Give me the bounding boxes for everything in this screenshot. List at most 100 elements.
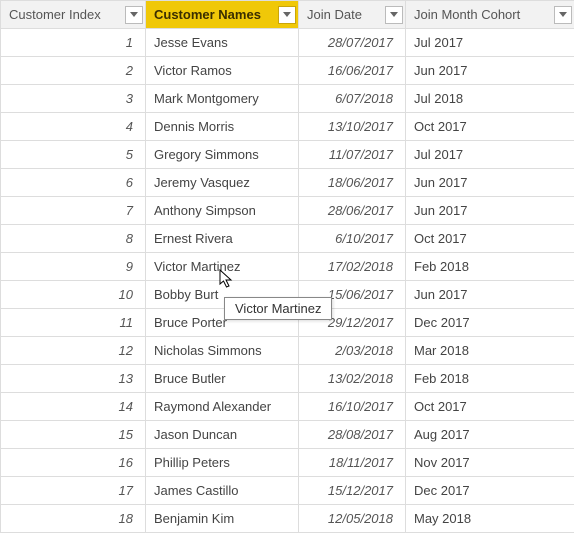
cell-cohort[interactable]: Dec 2017 [406,477,574,505]
cell-index[interactable]: 2 [1,57,146,85]
cell-name[interactable]: Dennis Morris [146,113,299,141]
cell-index[interactable]: 1 [1,29,146,57]
filter-button[interactable] [125,6,143,24]
cell-cohort[interactable]: Mar 2018 [406,337,574,365]
cell-name[interactable]: James Castillo [146,477,299,505]
cell-date[interactable]: 28/06/2017 [299,197,406,225]
cell-name[interactable]: Bruce Butler [146,365,299,393]
table-row[interactable]: 17James Castillo15/12/2017Dec 2017 [1,477,574,505]
cell-index[interactable]: 6 [1,169,146,197]
table-row[interactable]: 16Phillip Peters18/11/2017Nov 2017 [1,449,574,477]
cell-index[interactable]: 11 [1,309,146,337]
cell-name[interactable]: Nicholas Simmons [146,337,299,365]
cell-date[interactable]: 16/10/2017 [299,393,406,421]
cell-index[interactable]: 18 [1,505,146,533]
cell-index[interactable]: 8 [1,225,146,253]
table-row[interactable]: 13Bruce Butler13/02/2018Feb 2018 [1,365,574,393]
cell-cohort[interactable]: Dec 2017 [406,309,574,337]
table-row[interactable]: 12Nicholas Simmons2/03/2018Mar 2018 [1,337,574,365]
chevron-down-icon [283,12,291,17]
table-row[interactable]: 6Jeremy Vasquez18/06/2017Jun 2017 [1,169,574,197]
table-row[interactable]: 8Ernest Rivera6/10/2017Oct 2017 [1,225,574,253]
table-row[interactable]: 4Dennis Morris13/10/2017Oct 2017 [1,113,574,141]
table-row[interactable]: 18Benjamin Kim12/05/2018May 2018 [1,505,574,533]
filter-button[interactable] [278,6,296,24]
table-row[interactable]: 5Gregory Simmons11/07/2017Jul 2017 [1,141,574,169]
cell-cohort[interactable]: Nov 2017 [406,449,574,477]
cell-cohort[interactable]: Oct 2017 [406,393,574,421]
header-label: Customer Names [154,7,261,22]
cell-index[interactable]: 3 [1,85,146,113]
chevron-down-icon [559,12,567,17]
cell-cohort[interactable]: Aug 2017 [406,421,574,449]
cell-name[interactable]: Mark Montgomery [146,85,299,113]
table-row[interactable]: 14Raymond Alexander16/10/2017Oct 2017 [1,393,574,421]
tooltip-text: Victor Martinez [235,301,321,316]
cell-index[interactable]: 17 [1,477,146,505]
cell-name[interactable]: Raymond Alexander [146,393,299,421]
cell-cohort[interactable]: Jun 2017 [406,281,574,309]
column-header-customer-index[interactable]: Customer Index [1,1,146,29]
table-row[interactable]: 7Anthony Simpson28/06/2017Jun 2017 [1,197,574,225]
cell-index[interactable]: 9 [1,253,146,281]
cell-name[interactable]: Ernest Rivera [146,225,299,253]
cell-date[interactable]: 11/07/2017 [299,141,406,169]
table-row[interactable]: 1Jesse Evans28/07/2017Jul 2017 [1,29,574,57]
cell-name[interactable]: Victor Ramos [146,57,299,85]
cell-index[interactable]: 5 [1,141,146,169]
cell-name[interactable]: Anthony Simpson [146,197,299,225]
cell-index[interactable]: 4 [1,113,146,141]
table-row[interactable]: 2Victor Ramos16/06/2017Jun 2017 [1,57,574,85]
cell-index[interactable]: 13 [1,365,146,393]
column-header-join-date[interactable]: Join Date [299,1,406,29]
cell-date[interactable]: 12/05/2018 [299,505,406,533]
cell-index[interactable]: 10 [1,281,146,309]
cell-cohort[interactable]: Oct 2017 [406,225,574,253]
filter-button[interactable] [554,6,572,24]
cell-date[interactable]: 16/06/2017 [299,57,406,85]
cell-date[interactable]: 18/11/2017 [299,449,406,477]
table-row[interactable]: 3Mark Montgomery6/07/2018Jul 2018 [1,85,574,113]
cell-name[interactable]: Jesse Evans [146,29,299,57]
cell-cohort[interactable]: May 2018 [406,505,574,533]
header-label: Customer Index [9,7,101,22]
cell-date[interactable]: 13/10/2017 [299,113,406,141]
cell-date[interactable]: 13/02/2018 [299,365,406,393]
column-header-join-month-cohort[interactable]: Join Month Cohort [406,1,574,29]
cell-cohort[interactable]: Jun 2017 [406,197,574,225]
cell-cohort[interactable]: Jun 2017 [406,57,574,85]
cell-date[interactable]: 17/02/2018 [299,253,406,281]
cell-index[interactable]: 12 [1,337,146,365]
cell-index[interactable]: 7 [1,197,146,225]
cell-date[interactable]: 15/12/2017 [299,477,406,505]
cell-cohort[interactable]: Feb 2018 [406,253,574,281]
column-header-customer-names[interactable]: Customer Names [146,1,299,29]
cell-name[interactable]: Jason Duncan [146,421,299,449]
cell-cohort[interactable]: Jul 2017 [406,29,574,57]
cell-cohort[interactable]: Jul 2018 [406,85,574,113]
cell-index[interactable]: 15 [1,421,146,449]
header-label: Join Date [307,7,362,22]
cell-cohort[interactable]: Jun 2017 [406,169,574,197]
cell-date[interactable]: 6/10/2017 [299,225,406,253]
cell-date[interactable]: 18/06/2017 [299,169,406,197]
filter-button[interactable] [385,6,403,24]
cell-name[interactable]: Jeremy Vasquez [146,169,299,197]
cell-name[interactable]: Gregory Simmons [146,141,299,169]
cell-date[interactable]: 6/07/2018 [299,85,406,113]
cell-date[interactable]: 28/07/2017 [299,29,406,57]
cell-cohort[interactable]: Oct 2017 [406,113,574,141]
cell-date[interactable]: 28/08/2017 [299,421,406,449]
cell-date[interactable]: 2/03/2018 [299,337,406,365]
data-table: Customer Index Customer Names Join Date … [0,0,574,533]
cell-cohort[interactable]: Feb 2018 [406,365,574,393]
cell-cohort[interactable]: Jul 2017 [406,141,574,169]
cell-index[interactable]: 14 [1,393,146,421]
cursor-icon [219,269,237,289]
cell-name[interactable]: Benjamin Kim [146,505,299,533]
table-row[interactable]: 15Jason Duncan28/08/2017Aug 2017 [1,421,574,449]
cell-name[interactable]: Phillip Peters [146,449,299,477]
header-row: Customer Index Customer Names Join Date … [1,1,574,29]
table-row[interactable]: 9Victor Martinez17/02/2018Feb 2018 [1,253,574,281]
cell-index[interactable]: 16 [1,449,146,477]
